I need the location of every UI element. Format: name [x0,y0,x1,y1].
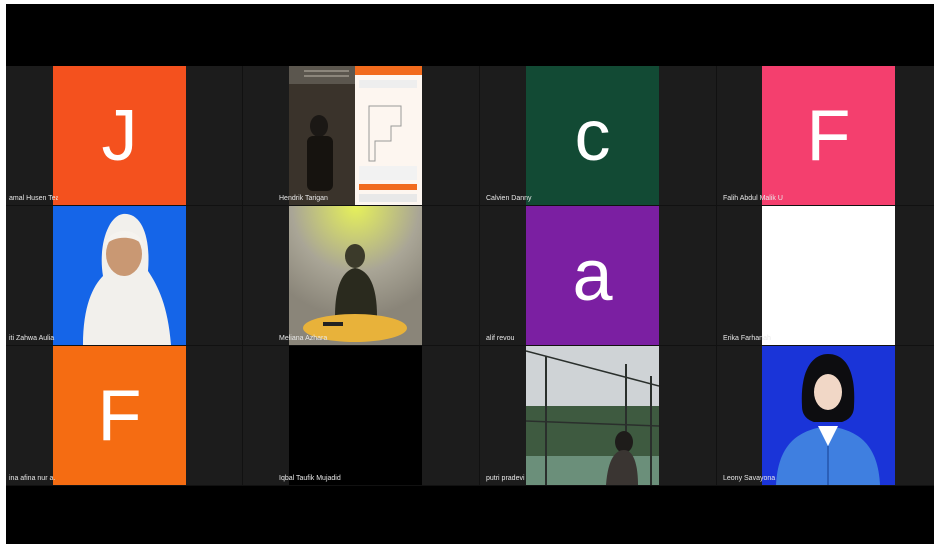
avatar: J [53,66,186,205]
participant-name: Erika Farhanah [723,335,771,342]
participant-tile[interactable]: Iqbal Taufik Mujadid [243,346,480,486]
avatar-letter: F [97,375,142,456]
participant-name: Iqbal Taufik Mujadid [279,475,341,482]
participant-name: putri pradevi [486,475,525,482]
participant-tile[interactable]: c Calvien Danny [480,66,717,206]
meeting-window: J amal Husen Team 13 [6,4,934,544]
participant-tile[interactable]: F Falih Abdul Malik U [717,66,934,206]
avatar: c [526,66,659,205]
participant-tile[interactable]: Meliana Azhara [243,206,480,346]
gallery-grid: J amal Husen Team 13 [6,66,934,486]
avatar: F [53,346,186,485]
participant-tile[interactable]: F ina afina nur a. [6,346,243,486]
video-feed-blank [762,206,895,345]
participant-name: Leony Savayona [723,475,776,482]
avatar-letter: c [574,95,611,176]
person-hijab-photo [53,206,186,345]
avatar-letter: a [572,235,613,316]
participant-name: alif revou [486,335,515,342]
video-feed [289,66,422,205]
participant-name: Calvien Danny [486,195,532,202]
participant-tile[interactable]: putri pradevi [480,346,717,486]
participant-tile[interactable]: iti Zahwa Aulia [6,206,243,346]
participant-name: ina afina nur a. [9,475,56,482]
video-off [289,346,422,485]
outdoor-fence-photo [526,346,659,485]
video-feed [289,206,422,345]
participant-tile[interactable]: a alif revou [480,206,717,346]
avatar-letter: F [806,95,851,176]
participant-name: Meliana Azhara [279,335,328,342]
video-feed [53,206,186,345]
avatar-letter: J [101,95,138,176]
participant-name: amal Husen Team 13 [9,195,58,202]
participant-name: Hendrik Tarigan [279,195,328,202]
person-jacket-photo [762,346,895,485]
video-feed [762,346,895,485]
participant-name: Falih Abdul Malik U [723,195,783,202]
participant-tile[interactable]: Leony Savayona [717,346,934,486]
participant-name: iti Zahwa Aulia [9,335,55,342]
participant-tile[interactable]: Erika Farhanah [717,206,934,346]
participant-tile[interactable]: Hendrik Tarigan [243,66,480,206]
person-cafe-video [289,206,422,345]
avatar: a [526,206,659,345]
video-feed [526,346,659,485]
screen-share-video [289,66,422,205]
participant-tile[interactable]: J amal Husen Team 13 [6,66,243,206]
avatar: F [762,66,895,205]
